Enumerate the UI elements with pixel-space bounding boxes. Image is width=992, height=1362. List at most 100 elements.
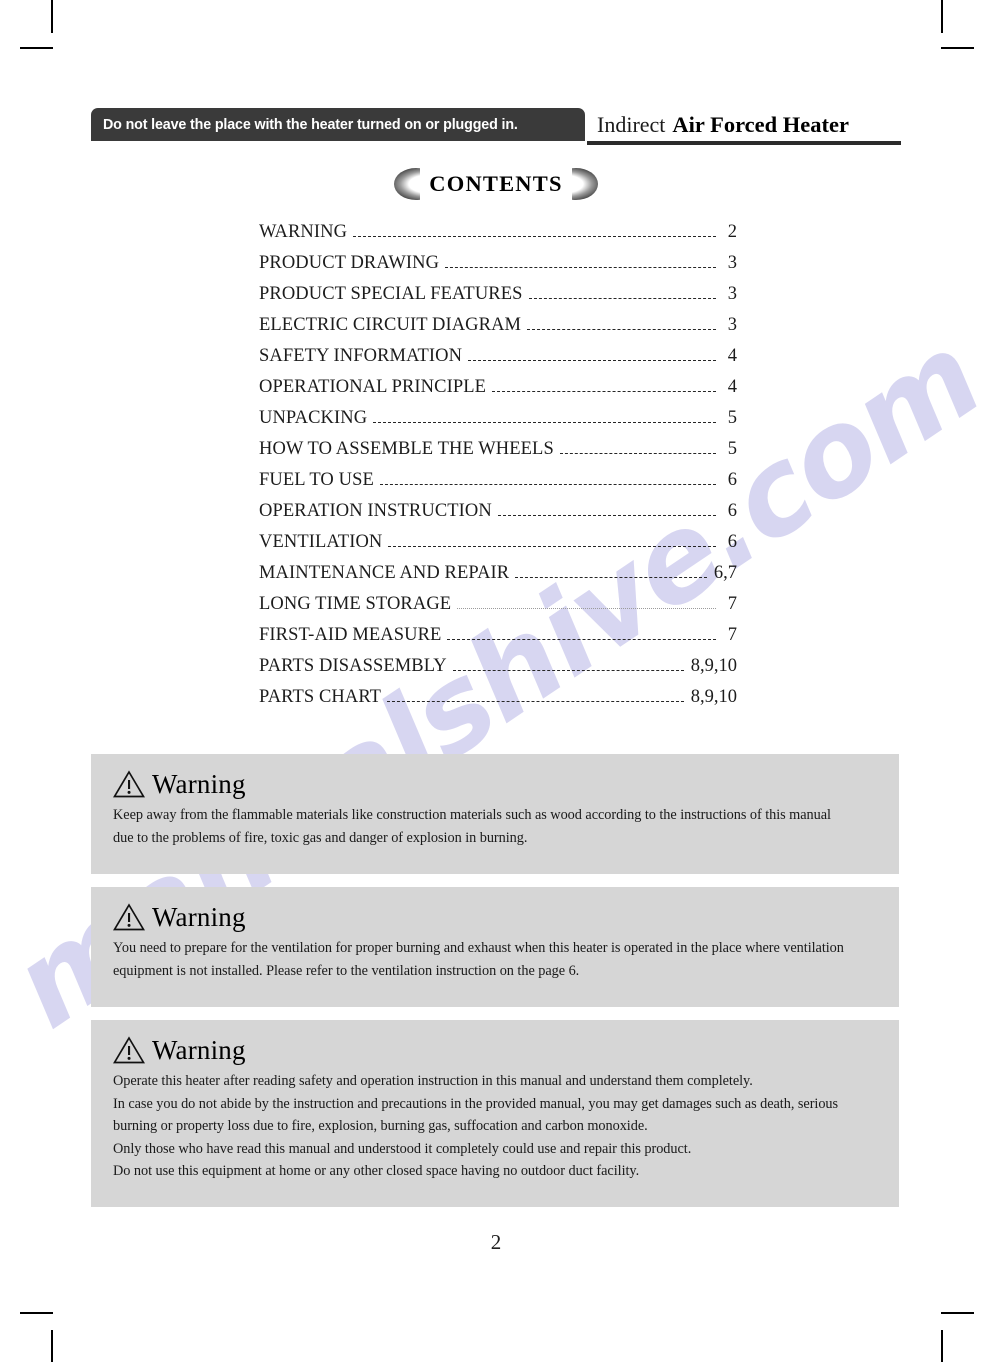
toc-entry[interactable]: FUEL TO USE 6 [259, 470, 737, 501]
toc-leader [353, 235, 716, 237]
toc-entry-page: 8,9,10 [690, 656, 737, 676]
header-warning-bar: Do not leave the place with the heater t… [91, 108, 585, 141]
toc-entry[interactable]: HOW TO ASSEMBLE THE WHEELS 5 [259, 439, 737, 470]
crop-mark-top-right-vertical [941, 0, 943, 33]
toc-leader [452, 669, 684, 671]
toc-entry-page: 8,9,10 [690, 687, 737, 707]
contents-heading: CONTENTS [0, 168, 992, 200]
warning-body: Operate this heater after reading safety… [113, 1070, 877, 1183]
crop-mark-bottom-left-vertical [51, 1330, 53, 1362]
toc-entry[interactable]: PARTS CHART 8,9,10 [259, 687, 737, 718]
warning-line: due to the problems of fire, toxic gas a… [113, 829, 528, 846]
toc-entry[interactable]: VENTILATION 6 [259, 532, 737, 563]
warning-triangle-icon [113, 770, 145, 798]
toc-entry-page: 5 [727, 439, 737, 459]
toc-entry-label: OPERATION INSTRUCTION [259, 501, 492, 521]
toc-leader [447, 638, 716, 640]
toc-entry-label: WARNING [259, 222, 348, 242]
toc-entry-label: MAINTENANCE AND REPAIR [259, 563, 510, 583]
crop-mark-top-right-horizontal [941, 47, 974, 49]
warning-heading-label: Warning [152, 901, 246, 932]
toc-entry[interactable]: SAFETY INFORMATION 4 [259, 346, 737, 377]
toc-leader [492, 390, 716, 392]
table-of-contents: WARNING 2 PRODUCT DRAWING 3 PRODUCT SPEC… [259, 222, 737, 718]
toc-entry-page: 2 [727, 222, 737, 242]
toc-entry-page: 3 [727, 253, 737, 273]
toc-leader [379, 483, 716, 485]
toc-entry[interactable]: OPERATIONAL PRINCIPLE 4 [259, 377, 737, 408]
page-number: 2 [490, 1230, 502, 1254]
toc-entry-label: ELECTRIC CIRCUIT DIAGRAM [259, 315, 522, 335]
warning-line: burning or property loss due to fire, ex… [113, 1118, 648, 1134]
manual-page: manualshive.com Do not leave the place w… [0, 0, 992, 1362]
warning-body: Keep away from the flammable materials l… [113, 804, 877, 849]
toc-entry-page: 3 [727, 315, 737, 335]
toc-entry[interactable]: UNPACKING 5 [259, 408, 737, 439]
toc-entry-label: PRODUCT SPECIAL FEATURES [259, 284, 523, 304]
warning-heading: Warning [113, 770, 877, 798]
warning-line: You need to prepare for the ventilation … [113, 940, 844, 956]
warning-body: You need to prepare for the ventilation … [113, 937, 877, 982]
warning-heading-label: Warning [152, 768, 246, 799]
toc-entry-page: 6,7 [713, 563, 737, 583]
crop-mark-top-left-horizontal [20, 47, 53, 49]
toc-entry-page: 6 [727, 532, 737, 552]
toc-leader [497, 514, 716, 516]
toc-entry-label: HOW TO ASSEMBLE THE WHEELS [259, 439, 554, 459]
toc-entry-label: LONG TIME STORAGE [259, 594, 452, 614]
warning-line: Do not use this equipment at home or any… [113, 1163, 640, 1179]
toc-leader [388, 545, 716, 547]
crop-mark-top-left-vertical [51, 0, 53, 33]
warning-triangle-icon [113, 903, 145, 931]
product-title-main: Air Forced Heater [672, 111, 850, 137]
toc-entry-label: PARTS DISASSEMBLY [259, 656, 447, 676]
crop-mark-bottom-right-vertical [941, 1330, 943, 1362]
toc-entry-label: PRODUCT DRAWING [259, 253, 440, 273]
toc-entry[interactable]: WARNING 2 [259, 222, 737, 253]
toc-leader [527, 328, 716, 330]
toc-entry[interactable]: PARTS DISASSEMBLY 8,9,10 [259, 656, 737, 687]
toc-leader [387, 700, 684, 702]
toc-entry-label: SAFETY INFORMATION [259, 346, 463, 366]
toc-entry[interactable]: LONG TIME STORAGE 7 [259, 594, 737, 625]
toc-leader [468, 359, 716, 361]
toc-entry-label: FIRST-AID MEASURE [259, 625, 442, 645]
header-warning-text: Do not leave the place with the heater t… [103, 116, 518, 133]
crop-mark-bottom-left-horizontal [20, 1312, 53, 1314]
warning-line: Keep away from the flammable materials l… [113, 807, 831, 823]
toc-entry[interactable]: MAINTENANCE AND REPAIR 6,7 [259, 563, 737, 594]
toc-leader [445, 266, 716, 268]
toc-leader [559, 452, 716, 454]
toc-entry-page: 7 [727, 625, 737, 645]
warning-heading: Warning [113, 1036, 877, 1064]
toc-entry-page: 4 [727, 346, 737, 366]
warning-triangle-icon [113, 1036, 145, 1064]
toc-entry-label: UNPACKING [259, 408, 368, 428]
toc-entry[interactable]: FIRST-AID MEASURE 7 [259, 625, 737, 656]
toc-entry-page: 3 [727, 284, 737, 304]
toc-leader [373, 421, 716, 423]
crop-mark-bottom-right-horizontal [941, 1312, 974, 1314]
toc-entry[interactable]: ELECTRIC CIRCUIT DIAGRAM 3 [259, 315, 737, 346]
toc-entry[interactable]: PRODUCT SPECIAL FEATURES 3 [259, 284, 737, 315]
warning-box: Warning Operate this heater after readin… [91, 1020, 899, 1207]
toc-leader [515, 576, 707, 578]
toc-entry-label: PARTS CHART [259, 687, 382, 707]
toc-entry[interactable]: PRODUCT DRAWING 3 [259, 253, 737, 284]
contents-ornament-right-icon [571, 168, 598, 200]
product-title: Indirect Air Forced Heater [597, 108, 849, 141]
toc-leader [528, 297, 716, 299]
warning-line: Operate this heater after reading safety… [113, 1073, 753, 1089]
toc-entry-page: 6 [727, 470, 737, 490]
warning-line: equipment is not installed. Please refer… [113, 962, 580, 979]
toc-leader [457, 607, 716, 609]
page-header: Do not leave the place with the heater t… [91, 108, 901, 146]
contents-ornament-left-icon [394, 168, 421, 200]
toc-entry[interactable]: OPERATION INSTRUCTION 6 [259, 501, 737, 532]
toc-entry-page: 4 [727, 377, 737, 397]
toc-entry-page: 7 [727, 594, 737, 614]
contents-heading-label: CONTENTS [429, 171, 563, 196]
warning-line: In case you do not abide by the instruct… [113, 1095, 839, 1112]
header-underline [587, 141, 901, 145]
toc-entry-page: 6 [727, 501, 737, 521]
